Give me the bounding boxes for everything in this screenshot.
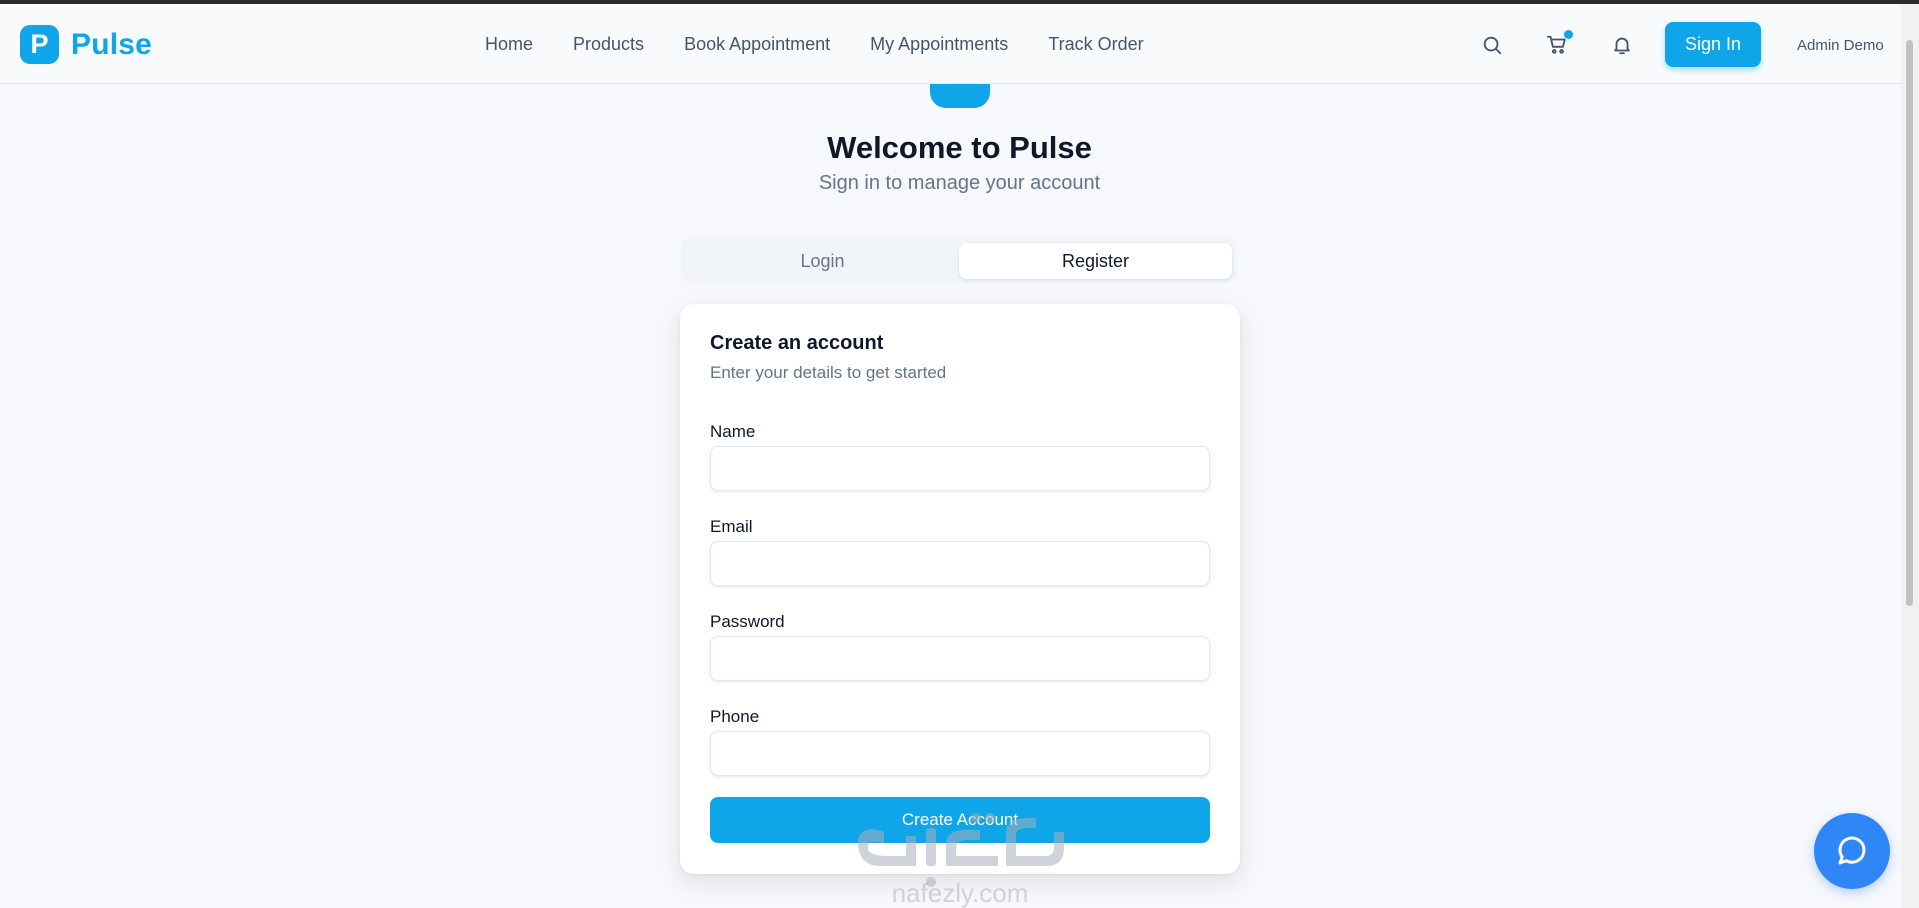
page-subtitle: Sign in to manage your account bbox=[818, 172, 1101, 194]
page-title: Welcome to Pulse bbox=[827, 130, 1092, 165]
scrollbar-thumb[interactable] bbox=[1906, 40, 1913, 606]
cart-icon[interactable] bbox=[1546, 30, 1573, 58]
sign-in-button[interactable]: Sign In bbox=[1665, 22, 1761, 67]
nav-home[interactable]: Home bbox=[485, 34, 533, 55]
card-subtitle: Enter your details to get started bbox=[710, 363, 947, 382]
brand-name: Pulse bbox=[71, 27, 153, 61]
tab-login[interactable]: Login bbox=[686, 243, 959, 279]
main-nav: Home Products Book Appointment My Appoin… bbox=[485, 34, 1144, 55]
email-label: Email bbox=[710, 517, 753, 536]
tab-register[interactable]: Register bbox=[959, 243, 1232, 279]
name-input[interactable] bbox=[710, 446, 1210, 491]
name-label: Name bbox=[710, 422, 756, 441]
chat-bubble-icon bbox=[1838, 836, 1866, 865]
password-input[interactable] bbox=[710, 636, 1210, 681]
email-input[interactable] bbox=[710, 541, 1210, 586]
chat-button[interactable] bbox=[1814, 813, 1890, 889]
register-card: Create an account Enter your details to … bbox=[680, 304, 1240, 874]
logo-mark: P bbox=[20, 25, 59, 64]
cart-notification-dot bbox=[1564, 30, 1573, 39]
nav-products[interactable]: Products bbox=[573, 34, 644, 55]
brand-logo[interactable]: P Pulse bbox=[20, 25, 152, 64]
bell-icon[interactable] bbox=[1611, 34, 1635, 58]
password-label: Password bbox=[710, 612, 785, 631]
nav-book-appointment[interactable]: Book Appointment bbox=[684, 34, 830, 55]
nav-my-appointments[interactable]: My Appointments bbox=[870, 34, 1008, 55]
phone-input[interactable] bbox=[710, 731, 1210, 776]
watermark-text: nafezly.com bbox=[892, 878, 1029, 908]
phone-label: Phone bbox=[710, 707, 760, 726]
create-account-button[interactable]: Create Account bbox=[710, 797, 1210, 843]
nav-track-order[interactable]: Track Order bbox=[1048, 34, 1143, 55]
search-icon[interactable] bbox=[1481, 34, 1505, 58]
auth-tabs: Login Register bbox=[681, 238, 1237, 284]
user-name[interactable]: Admin Demo bbox=[1797, 37, 1884, 54]
site-header: P Pulse Home Products Book Appointment M… bbox=[0, 4, 1901, 84]
page-scrollbar[interactable] bbox=[1901, 4, 1919, 908]
card-title: Create an account bbox=[710, 332, 884, 354]
